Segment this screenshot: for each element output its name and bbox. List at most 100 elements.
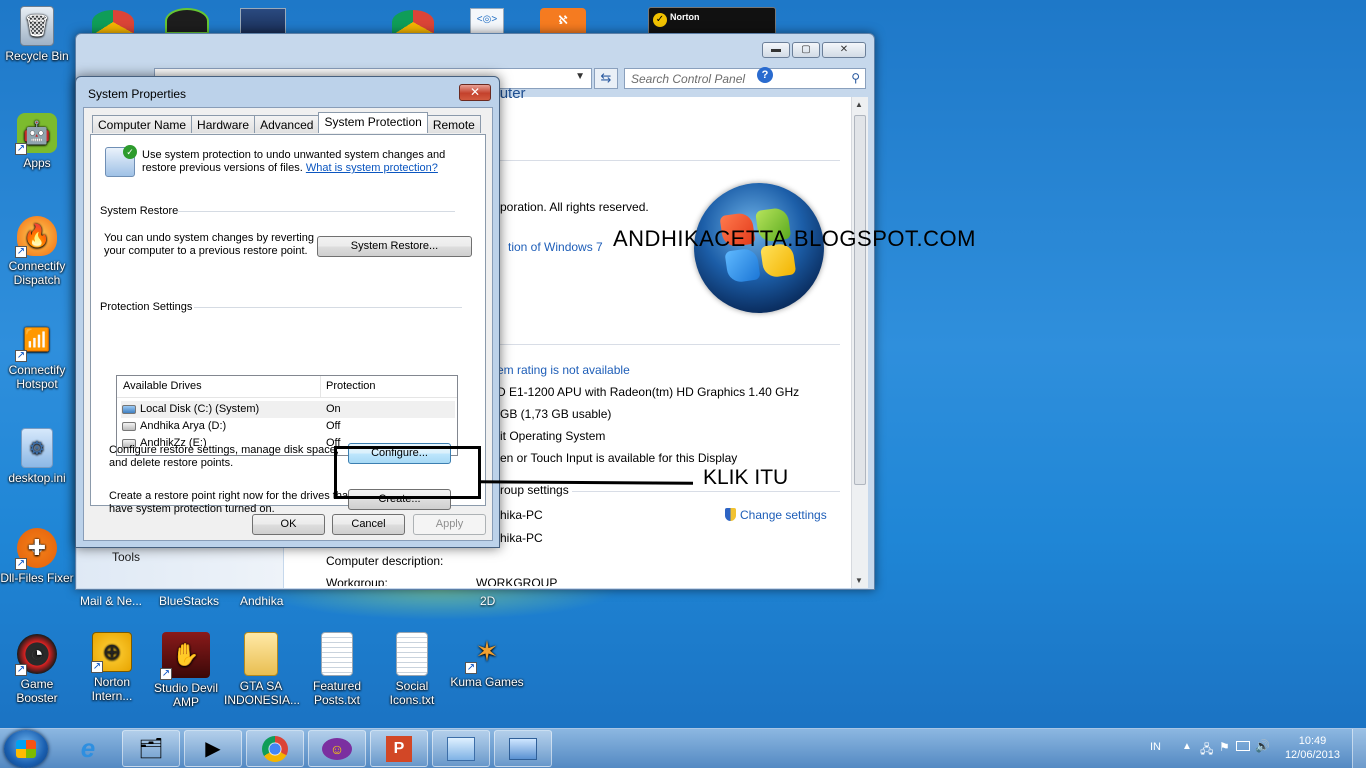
intro-text-2: restore previous versions of files. [142, 162, 303, 174]
dialog-close-button[interactable]: ✕ [459, 84, 491, 101]
show-desktop-button[interactable] [1352, 729, 1366, 768]
taskbar-ie-icon[interactable]: e [70, 733, 106, 765]
desktop-icon-kuma-games[interactable]: ✶ ↗ Kuma Games [450, 632, 524, 690]
taskbar-control-panel-icon[interactable] [432, 730, 490, 767]
desktop-icon-label: GTA SA INDONESIA... [224, 679, 301, 707]
desktop-icon-desktop-ini[interactable]: ⚙ desktop.ini [0, 428, 74, 485]
taskbar-chrome-icon[interactable] [246, 730, 304, 767]
green-check-app-icon[interactable] [165, 8, 209, 34]
tab-remote[interactable]: Remote [426, 115, 481, 133]
cancel-button[interactable]: Cancel [332, 514, 405, 535]
computer-name-value: hika-PC [500, 508, 543, 522]
scroll-down-icon[interactable]: ▼ [855, 576, 863, 585]
watermark-text: ANDHIKACETTA.BLOGSPOT.COM [613, 226, 976, 251]
minimize-button[interactable]: ▬ [762, 42, 790, 58]
ok-button[interactable]: OK [252, 514, 325, 535]
column-header-protection[interactable]: Protection [326, 380, 376, 392]
desktop-label-2d[interactable]: 2D [480, 594, 495, 608]
desktop-icon-label: Dll-Files Fixer [0, 571, 74, 585]
xampp-app-icon[interactable]: ℵ [540, 8, 586, 34]
tray-expand-icon[interactable]: ▲ [1182, 741, 1192, 752]
studio-hand-app-icon[interactable] [240, 8, 286, 34]
norton-label: Norton [670, 12, 700, 22]
tab-computer-name[interactable]: Computer Name [92, 115, 193, 133]
taskbar: e 🗂 ▶ ☺ P IN ▲ 🖧 ⚑ 🔊 10:49 12/06/2013 [0, 728, 1366, 768]
tray-battery-icon[interactable] [1236, 741, 1250, 751]
desktop-label-bluestacks[interactable]: BlueStacks [159, 594, 219, 608]
highlight-box [334, 446, 481, 499]
drive-icon [122, 422, 136, 431]
desktop-icon-social-icons[interactable]: Social Icons.txt [375, 632, 449, 707]
create-text-line-2: have system protection turned on. [109, 503, 275, 515]
chrome-icon[interactable] [92, 10, 134, 34]
search-input[interactable]: Search Control Panel ⚲ [624, 68, 866, 89]
table-row[interactable]: Andhika Arya (D:) Off [121, 418, 455, 435]
folder-icon [244, 632, 278, 676]
clock[interactable]: 10:49 12/06/2013 [1285, 734, 1340, 762]
tray-network-icon[interactable]: 🖧 [1200, 740, 1213, 761]
tab-advanced[interactable]: Advanced [254, 115, 320, 133]
table-row[interactable]: Local Disk (C:) (System) On [121, 401, 455, 418]
desktop-icon-label: Connectify Dispatch [8, 259, 66, 287]
shortcut-arrow-icon: ↗ [91, 661, 103, 673]
intro-text-line-1: Use system protection to undo unwanted s… [142, 149, 446, 161]
configure-text-line-1: Configure restore settings, manage disk … [109, 444, 339, 456]
taskbar-media-player-icon[interactable]: ▶ [184, 730, 242, 767]
desktop-icon-game-booster[interactable]: ◔ ↗ Game Booster [0, 634, 74, 705]
what-is-system-protection-link[interactable]: What is system protection? [306, 162, 438, 174]
norton-widget[interactable]: ✓ Norton [648, 7, 776, 34]
help-icon[interactable]: ? [757, 67, 773, 83]
start-button[interactable] [4, 730, 48, 768]
desktop-icon-connectify-dispatch[interactable]: 🔥 ↗ Connectify Dispatch [0, 216, 74, 287]
close-button[interactable]: ✕ [822, 42, 866, 58]
desktop-icon-apps[interactable]: 🤖 ↗ Apps [0, 113, 74, 170]
desktop-icon-featured-posts[interactable]: Featured Posts.txt [300, 632, 374, 707]
gear-orange-icon: ✚ ↗ [15, 528, 57, 570]
computer-description-label: Computer description: [326, 554, 444, 568]
desktop-icon-recycle-bin[interactable]: 🗑 Recycle Bin [0, 6, 74, 63]
scrollbar-thumb[interactable] [854, 115, 866, 485]
sidebar-link-tools[interactable]: Tools [112, 550, 140, 564]
maximize-button[interactable]: ▢ [792, 42, 820, 58]
web-code-app-icon[interactable]: <◎> [470, 8, 504, 34]
chrome-icon-2[interactable] [392, 10, 434, 34]
taskbar-powerpoint-icon[interactable]: P [370, 730, 428, 767]
language-indicator[interactable]: IN [1150, 741, 1161, 753]
taskbar-system-properties-icon[interactable] [494, 730, 552, 767]
system-protection-icon: ✓ [105, 145, 137, 177]
desktop-icon-gta-sa[interactable]: GTA SA INDONESIA... [224, 632, 301, 707]
rating-link[interactable]: em rating is not available [497, 363, 630, 377]
tray-volume-icon[interactable]: 🔊 [1255, 739, 1270, 753]
taskbar-yahoo-messenger-icon[interactable]: ☺ [308, 730, 366, 767]
apply-button[interactable]: Apply [413, 514, 486, 535]
taskbar-windows-explorer-icon[interactable]: 🗂 [122, 730, 180, 767]
tab-system-protection[interactable]: System Protection [318, 112, 428, 133]
copyright-text: poration. All rights reserved. [500, 200, 649, 214]
search-icon[interactable]: ⚲ [851, 71, 860, 85]
scrollbar[interactable]: ▲ ▼ [851, 97, 868, 588]
chevron-down-icon[interactable]: ▼ [575, 71, 585, 82]
windows-flag-icon [16, 740, 36, 758]
uac-shield-icon [725, 508, 736, 521]
desktop-label-mail[interactable]: Mail & Ne... [80, 594, 142, 608]
column-header-available-drives[interactable]: Available Drives [123, 380, 202, 392]
full-computer-name-value: hika-PC [500, 531, 543, 545]
change-settings-link[interactable]: Change settings [725, 508, 827, 522]
desktop-icon-connectify-hotspot[interactable]: 📶 ↗ Connectify Hotspot [0, 320, 74, 392]
tray-flag-icon[interactable]: ⚑ [1219, 740, 1230, 754]
search-placeholder: Search Control Panel [631, 72, 746, 86]
desktop-icon-norton-internet[interactable]: ⊕ ↗ Norton Intern... [75, 632, 149, 703]
clock-time: 10:49 [1298, 735, 1327, 747]
desktop-icon-dll-files-fixer[interactable]: ✚ ↗ Dll-Files Fixer [0, 528, 74, 585]
drive-name: Andhika Arya (D:) [140, 420, 227, 432]
scroll-up-icon[interactable]: ▲ [855, 100, 863, 109]
desktop-icon-studio-devil[interactable]: ✋ ↗ Studio Devil AMP [149, 632, 223, 709]
refresh-button[interactable]: ⇆ [594, 68, 618, 89]
android-icon: 🤖 ↗ [15, 113, 57, 155]
tab-hardware[interactable]: Hardware [191, 115, 256, 133]
edition-link[interactable]: tion of Windows 7 [508, 240, 603, 254]
processor-value: D E1-1200 APU with Radeon(tm) HD Graphic… [497, 385, 800, 399]
desktop-label-andhika[interactable]: Andhika [240, 594, 283, 608]
system-restore-button[interactable]: System Restore... [317, 236, 472, 257]
protection-settings-group-label: Protection Settings [100, 301, 193, 313]
